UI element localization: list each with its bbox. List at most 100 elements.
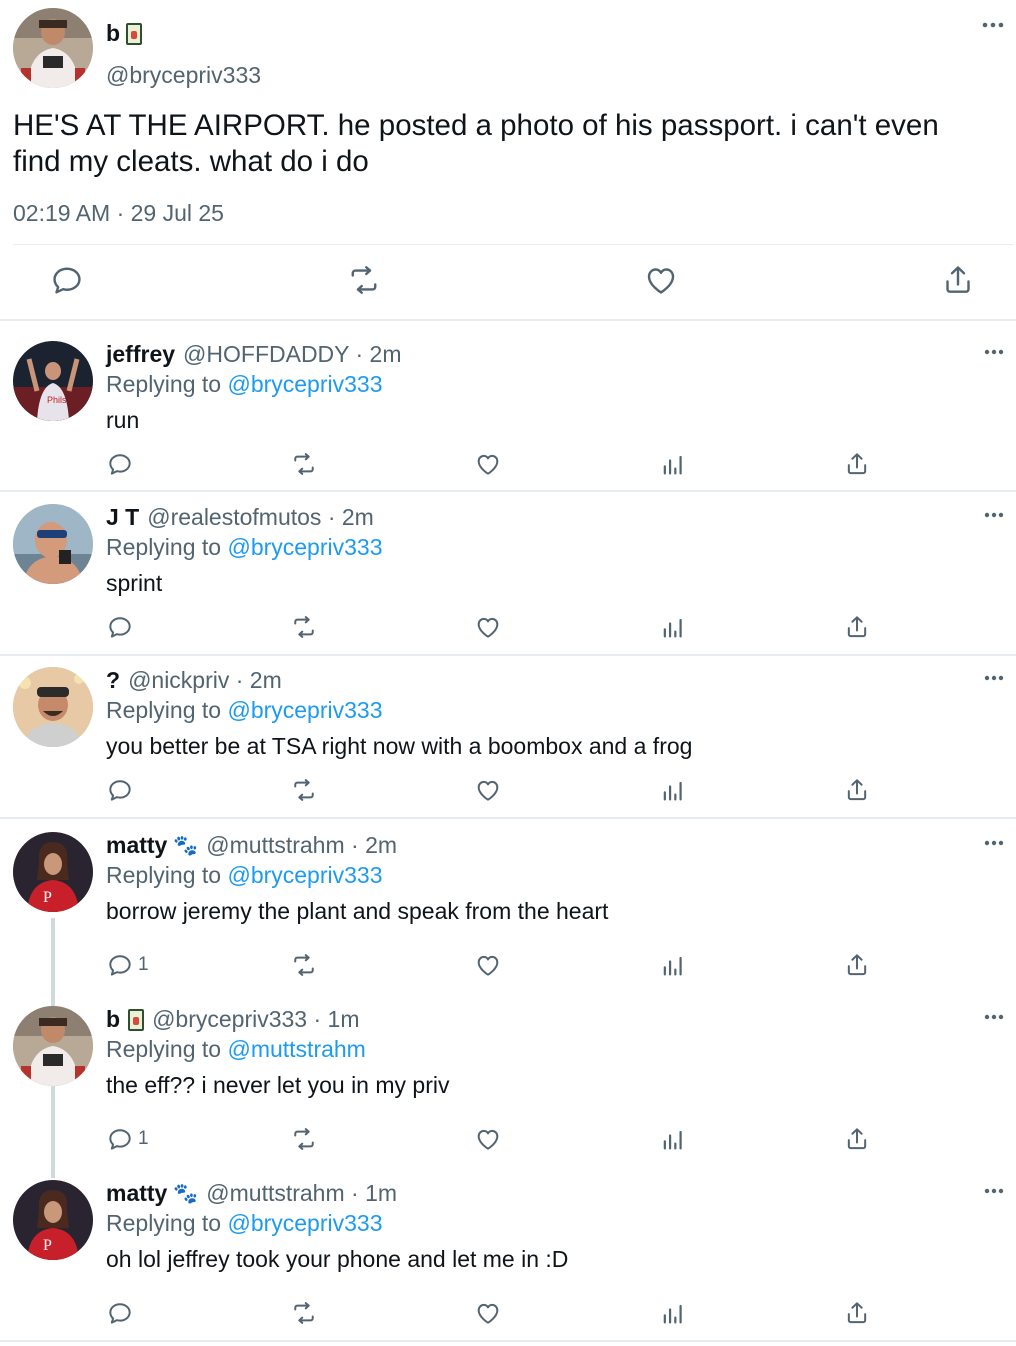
more-options-icon[interactable]: [984, 512, 1004, 518]
share-icon[interactable]: [843, 612, 871, 642]
share-icon[interactable]: [843, 950, 871, 980]
reply-handle-time[interactable]: @muttstrahm · 1m: [206, 1180, 397, 1207]
replying-to: Replying to @brycepriv333: [106, 697, 383, 724]
reply-icon[interactable]: [106, 1298, 138, 1328]
reply-display-name[interactable]: matty: [106, 832, 167, 859]
reply-tweet[interactable]: b @brycepriv333 · 1m Replying to @muttst…: [0, 986, 1016, 1160]
like-heart-icon[interactable]: [474, 775, 502, 805]
reply-handle-time[interactable]: @brycepriv333 · 1m: [152, 1006, 359, 1033]
reply-tweet[interactable]: Phils jeffrey @HOFFDADDY · 2m Replying t…: [0, 321, 1016, 491]
retweet-icon[interactable]: [290, 1124, 318, 1154]
more-options-icon[interactable]: [984, 1014, 1004, 1020]
reply-display-name[interactable]: b: [106, 1006, 120, 1033]
reply-icon[interactable]: [106, 449, 138, 479]
share-icon[interactable]: [843, 1124, 871, 1154]
share-icon[interactable]: [843, 775, 871, 805]
analytics-icon[interactable]: [659, 449, 687, 479]
avatar[interactable]: [13, 8, 93, 88]
timestamp[interactable]: 02:19 AM · 29 Jul 25: [13, 200, 224, 227]
retweet-icon[interactable]: [290, 775, 318, 805]
reply-icon[interactable]: 1: [106, 950, 149, 980]
reply-tweet[interactable]: J T @realestofmutos · 2m Replying to @br…: [0, 484, 1016, 654]
avatar[interactable]: [13, 1006, 93, 1086]
more-options-icon[interactable]: [984, 840, 1004, 846]
reply-text: the eff?? i never let you in my priv: [106, 1072, 450, 1098]
more-options-icon[interactable]: [984, 675, 1004, 681]
replying-to: Replying to @brycepriv333: [106, 1210, 383, 1237]
replying-to: Replying to @brycepriv333: [106, 862, 383, 889]
reply-handle-time[interactable]: @realestofmutos · 2m: [147, 504, 374, 531]
retweet-icon[interactable]: [290, 950, 318, 980]
like-heart-icon[interactable]: [474, 1124, 502, 1154]
retweet-icon[interactable]: [346, 262, 382, 298]
reply-actions: 1: [0, 950, 1016, 982]
replying-to: Replying to @brycepriv333: [106, 371, 383, 398]
analytics-icon[interactable]: [659, 1124, 687, 1154]
reply-actions: [0, 1298, 1016, 1330]
reply-display-name[interactable]: J T: [106, 504, 139, 531]
more-options-icon[interactable]: [982, 22, 1004, 28]
analytics-icon[interactable]: [659, 950, 687, 980]
divider: [13, 244, 1014, 245]
svg-text:P: P: [43, 1237, 52, 1254]
like-heart-icon[interactable]: [474, 612, 502, 642]
like-heart-icon[interactable]: [474, 449, 502, 479]
tweet-text-line-1: HE'S AT THE AIRPORT. he posted a photo o…: [13, 109, 939, 142]
like-heart-icon[interactable]: [643, 262, 679, 298]
display-name-text[interactable]: b: [106, 20, 120, 47]
analytics-icon[interactable]: [659, 775, 687, 805]
reply-handle-time[interactable]: @HOFFDADDY · 2m: [183, 341, 401, 368]
paw-prints-emoji-icon: 🐾: [173, 835, 199, 857]
more-options-icon[interactable]: [984, 349, 1004, 355]
reply-icon[interactable]: [49, 262, 85, 298]
replying-to-link[interactable]: @brycepriv333: [227, 862, 382, 888]
analytics-icon[interactable]: [659, 1298, 687, 1328]
like-heart-icon[interactable]: [474, 950, 502, 980]
avatar[interactable]: [13, 504, 93, 584]
reply-tweet[interactable]: P matty 🐾 @muttstrahm · 2m Replying to @…: [0, 812, 1016, 986]
replying-to-label: Replying to: [106, 534, 222, 560]
reply-handle-time[interactable]: @muttstrahm · 2m: [206, 832, 397, 859]
replying-to-label: Replying to: [106, 1210, 222, 1236]
reply-display-name[interactable]: matty: [106, 1180, 167, 1207]
handle[interactable]: @brycepriv333: [106, 62, 261, 89]
replying-to-link[interactable]: @brycepriv333: [227, 534, 382, 560]
share-icon[interactable]: [843, 449, 871, 479]
reply-text: sprint: [106, 570, 163, 596]
share-icon[interactable]: [843, 1298, 871, 1328]
tweet-text-line-2: find my cleats. what do i do: [13, 145, 369, 178]
reply-icon[interactable]: 1: [106, 1124, 149, 1154]
reply-icon[interactable]: [106, 612, 138, 642]
reply-text: you better be at TSA right now with a bo…: [106, 733, 693, 759]
reply-display-name[interactable]: jeffrey: [106, 341, 175, 368]
display-name[interactable]: b: [106, 20, 143, 47]
replying-to-link[interactable]: @muttstrahm: [227, 1036, 365, 1062]
retweet-icon[interactable]: [290, 612, 318, 642]
avatar[interactable]: [13, 667, 93, 747]
reply-text: oh lol jeffrey took your phone and let m…: [106, 1246, 569, 1272]
share-icon[interactable]: [940, 262, 976, 298]
like-heart-icon[interactable]: [474, 1298, 502, 1328]
replying-to-label: Replying to: [106, 371, 222, 397]
retweet-icon[interactable]: [290, 449, 318, 479]
replying-to-link[interactable]: @brycepriv333: [227, 697, 382, 723]
reply-actions: [0, 449, 1016, 481]
reply-handle-time[interactable]: @nickpriv · 2m: [128, 667, 282, 694]
replying-to: Replying to @muttstrahm: [106, 1036, 366, 1063]
avatar[interactable]: P: [13, 832, 93, 912]
more-options-icon[interactable]: [984, 1188, 1004, 1194]
reply-tweet[interactable]: ? @nickpriv · 2m Replying to @brycepriv3…: [0, 647, 1016, 817]
reply-actions: [0, 775, 1016, 807]
reply-tweet[interactable]: P matty 🐾 @muttstrahm · 1m Replying to @…: [0, 1160, 1016, 1340]
replying-to-label: Replying to: [106, 862, 222, 888]
avatar[interactable]: P: [13, 1180, 93, 1260]
reply-count: 1: [138, 1128, 149, 1149]
avatar[interactable]: Phils: [13, 341, 93, 421]
analytics-icon[interactable]: [659, 612, 687, 642]
reply-icon[interactable]: [106, 775, 138, 805]
retweet-icon[interactable]: [290, 1298, 318, 1328]
reply-header: jeffrey @HOFFDADDY · 2m: [106, 341, 401, 368]
replying-to-link[interactable]: @brycepriv333: [227, 1210, 382, 1236]
replying-to-link[interactable]: @brycepriv333: [227, 371, 382, 397]
reply-display-name[interactable]: ?: [106, 667, 120, 694]
